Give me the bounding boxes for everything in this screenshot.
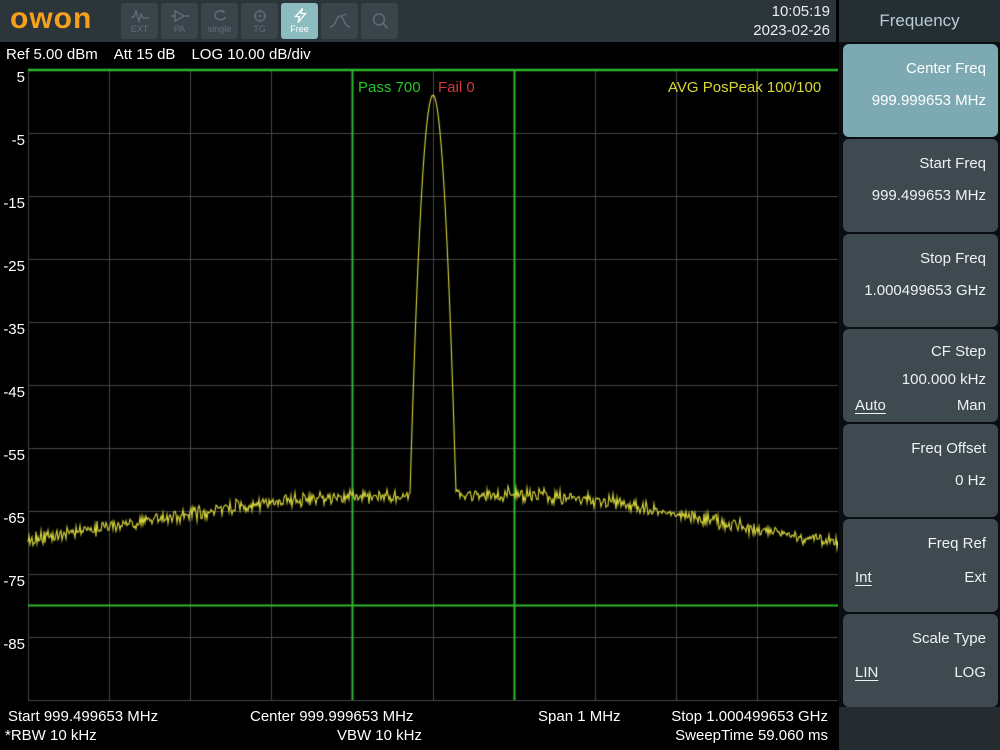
free-run-label: Free bbox=[290, 24, 309, 34]
sweep-time-readout: SweepTime 59.060 ms bbox=[675, 727, 828, 744]
softkey-center-freq[interactable]: Center Freq 999.999653 MHz bbox=[843, 44, 998, 137]
toolbar: EXT PA single TG Free bbox=[121, 3, 398, 39]
attenuation-label: Att 15 dB bbox=[113, 45, 176, 63]
freq-ref-option-ext[interactable]: Ext bbox=[964, 569, 986, 586]
reference-settings-row: Ref 5.00 dBm Att 15 dB LOG 10.00 dB/div bbox=[0, 42, 838, 66]
clock-date: 2023-02-26 bbox=[753, 22, 830, 39]
span-readout: Span 1 MHz bbox=[538, 708, 621, 725]
peak-search-button[interactable] bbox=[321, 3, 358, 39]
cf-step-title: CF Step bbox=[930, 343, 986, 360]
vbw-readout: VBW 10 kHz bbox=[336, 727, 422, 744]
rbw-readout: *RBW 10 kHz bbox=[5, 727, 97, 744]
y-tick--55: -55 bbox=[3, 447, 25, 464]
start-freq-value: 999.499653 MHz bbox=[871, 187, 986, 204]
stop-freq-readout: Stop 1.000499653 GHz bbox=[671, 708, 828, 725]
y-tick--25: -25 bbox=[3, 258, 25, 275]
start-freq-title: Start Freq bbox=[919, 155, 986, 172]
top-bar: owon EXT PA single TG Free 10:05:19 2023-02-… bbox=[0, 0, 836, 42]
loop-icon bbox=[210, 9, 230, 23]
freq-offset-value: 0 Hz bbox=[955, 472, 986, 489]
scale-type-title: Scale Type bbox=[912, 630, 986, 647]
clock-time: 10:05:19 bbox=[771, 3, 830, 20]
magnifier-icon bbox=[370, 12, 390, 30]
spectrum-plot-canvas bbox=[0, 66, 838, 705]
scale-type-option-log[interactable]: LOG bbox=[954, 664, 986, 681]
ext-trigger-button[interactable]: EXT bbox=[121, 3, 158, 39]
free-run-button[interactable]: Free bbox=[281, 3, 318, 39]
softkey-scale-type[interactable]: Scale Type LIN LOG bbox=[843, 614, 998, 707]
target-icon bbox=[252, 9, 268, 23]
softkey-stop-freq[interactable]: Stop Freq 1.000499653 GHz bbox=[843, 234, 998, 327]
peak-curve-icon bbox=[328, 12, 352, 30]
log-scale-label: LOG 10.00 dB/div bbox=[191, 45, 311, 63]
scale-type-option-lin[interactable]: LIN bbox=[855, 664, 878, 681]
clock: 10:05:19 2023-02-26 bbox=[753, 2, 830, 40]
owon-logo: owon bbox=[10, 2, 93, 35]
ref-level-label: Ref 5.00 dBm bbox=[6, 45, 98, 63]
softkey-freq-offset[interactable]: Freq Offset 0 Hz bbox=[843, 424, 998, 517]
stop-freq-value: 1.000499653 GHz bbox=[864, 282, 986, 299]
pass-count-label: Pass 700 bbox=[358, 79, 421, 96]
single-sweep-button[interactable]: single bbox=[201, 3, 238, 39]
y-tick-5: 5 bbox=[16, 69, 25, 86]
preamp-button[interactable]: PA bbox=[161, 3, 198, 39]
freq-ref-title: Freq Ref bbox=[927, 535, 986, 552]
avg-pospeak-label: AVG PosPeak 100/100 bbox=[668, 79, 822, 96]
single-sweep-label: single bbox=[207, 23, 232, 34]
freq-offset-title: Freq Offset bbox=[911, 440, 986, 457]
y-tick--5: -5 bbox=[11, 132, 25, 149]
lightning-icon bbox=[292, 8, 308, 23]
center-freq-value: 999.999653 MHz bbox=[871, 92, 986, 109]
y-tick--15: -15 bbox=[3, 195, 25, 212]
menu-title: Frequency bbox=[839, 0, 1000, 42]
waveform-icon bbox=[130, 8, 150, 23]
ext-trigger-label: EXT bbox=[130, 23, 149, 34]
y-tick--65: -65 bbox=[3, 510, 25, 527]
tracking-gen-label: TG bbox=[253, 23, 266, 34]
menu-filler bbox=[839, 707, 1000, 750]
center-freq-readout: Center 999.999653 MHz bbox=[250, 708, 414, 725]
center-freq-title: Center Freq bbox=[905, 60, 986, 77]
zoom-button[interactable] bbox=[361, 3, 398, 39]
amplifier-icon bbox=[170, 9, 190, 23]
y-tick--75: -75 bbox=[3, 573, 25, 590]
tracking-gen-button[interactable]: TG bbox=[241, 3, 278, 39]
softkey-freq-ref[interactable]: Freq Ref Int Ext bbox=[843, 519, 998, 612]
y-tick--45: -45 bbox=[3, 384, 25, 401]
cf-step-option-auto[interactable]: Auto bbox=[855, 397, 886, 414]
softkey-cf-step[interactable]: CF Step 100.000 kHz Auto Man bbox=[843, 329, 998, 422]
y-tick--85: -85 bbox=[3, 636, 25, 653]
freq-ref-option-int[interactable]: Int bbox=[855, 569, 872, 586]
fail-count-label: Fail 0 bbox=[438, 79, 475, 96]
y-tick--35: -35 bbox=[3, 321, 25, 338]
stop-freq-title: Stop Freq bbox=[920, 250, 986, 267]
cf-step-option-man[interactable]: Man bbox=[957, 397, 986, 414]
softkey-menu: Frequency Center Freq 999.999653 MHz Start… bbox=[839, 0, 1000, 750]
preamp-label: PA bbox=[173, 23, 186, 34]
bottom-status-bar: Start 999.499653 MHz Center 999.999653 M… bbox=[0, 705, 838, 750]
softkey-start-freq[interactable]: Start Freq 999.499653 MHz bbox=[843, 139, 998, 232]
menu-title-label: Frequency bbox=[879, 11, 960, 30]
cf-step-value: 100.000 kHz bbox=[901, 371, 986, 388]
start-freq-readout: Start 999.499653 MHz bbox=[8, 708, 159, 725]
